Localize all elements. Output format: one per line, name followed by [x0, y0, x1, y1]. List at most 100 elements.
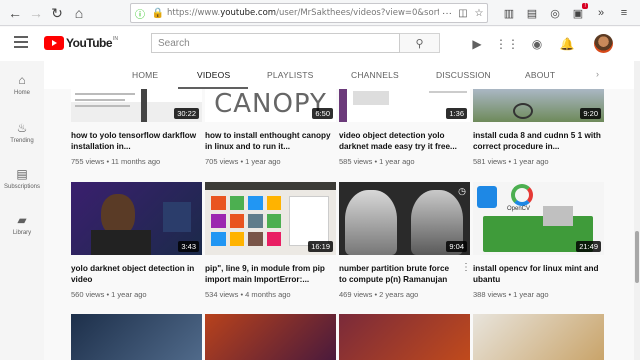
video-thumbnail[interactable]: 16:19	[205, 182, 336, 255]
mini-guide: ⌂ Home ♨ Trending ▤ Subscriptions ▰ Libr…	[0, 61, 44, 360]
channel-tabs: HOME VIDEOS PLAYLISTS CHANNELS DISCUSSIO…	[44, 61, 634, 89]
info-icon[interactable]: ⓘ	[131, 6, 149, 21]
youtube-logo[interactable]: YouTube IN	[44, 36, 118, 50]
view-count: 705 views	[205, 157, 239, 166]
account-icon[interactable]: ◎	[545, 3, 565, 23]
upload-age: 1 year ago	[245, 157, 281, 166]
overflow-icon[interactable]: »	[591, 3, 611, 23]
avatar[interactable]	[594, 34, 613, 53]
home-icon: ⌂	[18, 73, 26, 87]
opencv-icon	[511, 184, 533, 206]
guide-menu-icon[interactable]	[14, 36, 28, 50]
video-thumbnail[interactable]: 9:20	[473, 89, 604, 122]
logo-country: IN	[113, 36, 119, 42]
video-thumbnail[interactable]: 30:22	[71, 89, 202, 122]
upload-age: 4 months ago	[245, 290, 291, 299]
video-duration: 1:36	[446, 108, 467, 119]
search-icon: ⚲	[415, 37, 424, 50]
video-title[interactable]: how to yolo tensorflow darkflow installa…	[71, 130, 199, 152]
url-text[interactable]: https://www.youtube.com/user/MrSakthees/…	[167, 8, 439, 18]
folder-icon: ▰	[17, 213, 27, 227]
video-duration: 6:50	[312, 108, 333, 119]
video-title[interactable]: install cuda 8 and cudnn 5 1 with correc…	[473, 130, 601, 152]
video-meta: 534 views • 4 months ago	[205, 290, 291, 299]
subscriptions-icon: ▤	[16, 167, 28, 181]
sidebar-icon[interactable]: ▤	[522, 3, 542, 23]
view-count: 585 views	[339, 157, 373, 166]
more-icon[interactable]: ···	[439, 8, 455, 19]
video-meta: 755 views • 11 months ago	[71, 157, 161, 166]
home-icon[interactable]: ⌂	[68, 2, 90, 24]
guide-item-subscriptions[interactable]: ▤ Subscriptions	[0, 167, 44, 190]
forward-icon[interactable]: →	[25, 2, 47, 24]
bookmark-star-icon[interactable]: ☆	[471, 8, 487, 19]
apps-icon[interactable]: ⋮⋮	[495, 37, 519, 51]
tab-playlists[interactable]: PLAYLISTS	[267, 70, 314, 80]
reload-icon[interactable]: ↻	[46, 2, 68, 24]
extension-icon[interactable]: ▣!	[568, 3, 588, 23]
video-meta: 469 views • 2 years ago	[339, 290, 419, 299]
video-title[interactable]: install opencv for linux mint and ubantu	[473, 263, 601, 285]
upload-age: 1 year ago	[111, 290, 147, 299]
video-thumbnail[interactable]: 1:36	[339, 89, 470, 122]
video-thumbnail[interactable]	[473, 314, 604, 360]
video-thumbnail[interactable]: 3:43	[71, 182, 202, 255]
view-count: 560 views	[71, 290, 105, 299]
extension-badge: !	[582, 3, 588, 9]
masthead: YouTube IN Search ⚲ ▶ ⋮⋮ ◉ 🔔	[0, 27, 640, 61]
view-count: 388 views	[473, 290, 507, 299]
tab-discussion[interactable]: DISCUSSION	[436, 70, 491, 80]
video-title[interactable]: video object detection yolo darknet made…	[339, 130, 467, 152]
logo-text: YouTube	[66, 36, 113, 50]
upload-age: 2 years ago	[379, 290, 419, 299]
thumbnail-text: OpenCV	[507, 206, 531, 212]
watch-later-icon[interactable]: ◷	[458, 186, 466, 197]
video-thumbnail[interactable]	[339, 314, 470, 360]
pocket-icon[interactable]: ◫	[455, 8, 471, 19]
tab-videos[interactable]: VIDEOS	[197, 70, 230, 80]
back-icon[interactable]: ←	[4, 2, 26, 24]
guide-label: Home	[13, 90, 30, 96]
guide-item-home[interactable]: ⌂ Home	[0, 73, 44, 96]
video-thumbnail[interactable]	[205, 314, 336, 360]
flame-icon: ♨	[16, 121, 28, 135]
tab-home[interactable]: HOME	[132, 70, 158, 80]
search-button[interactable]: ⚲	[400, 33, 440, 53]
video-title[interactable]: pip", line 9, in module from pip import …	[205, 263, 333, 285]
scrollbar-thumb[interactable]	[635, 231, 639, 283]
video-duration: 21:49	[576, 241, 601, 252]
messages-icon[interactable]: ◉	[530, 37, 544, 51]
view-count: 469 views	[339, 290, 373, 299]
create-video-icon[interactable]: ▶	[470, 37, 484, 51]
video-thumbnail[interactable]: CANOPY 6:50	[205, 89, 336, 122]
guide-item-trending[interactable]: ♨ Trending	[0, 121, 44, 144]
video-thumbnail[interactable]	[71, 314, 202, 360]
video-duration: 16:19	[308, 241, 333, 252]
menu-icon[interactable]: ≡	[614, 3, 634, 23]
play-icon	[44, 36, 64, 50]
page-scrollbar[interactable]	[634, 61, 640, 360]
video-meta: 388 views • 1 year ago	[473, 290, 549, 299]
video-thumbnail[interactable]: OpenCV 21:49	[473, 182, 604, 255]
video-title[interactable]: yolo darknet object detection in video	[71, 263, 199, 285]
video-title[interactable]: how to install enthought canopy in linux…	[205, 130, 333, 152]
tab-channels[interactable]: CHANNELS	[351, 70, 399, 80]
video-thumbnail[interactable]: ◷ 9:04	[339, 182, 470, 255]
video-duration: 3:43	[178, 241, 199, 252]
guide-label: Subscriptions	[3, 184, 41, 190]
library-icon[interactable]: ▥	[499, 3, 519, 23]
browser-toolbar: ← → ↻ ⌂ ⓘ 🔒 https://www.youtube.com/user…	[0, 0, 640, 26]
video-title[interactable]: number partition brute force to compute …	[339, 263, 457, 285]
more-vert-icon[interactable]: ⋮	[461, 262, 471, 273]
address-bar[interactable]: ⓘ 🔒 https://www.youtube.com/user/MrSakth…	[130, 3, 488, 23]
lock-icon[interactable]: 🔒	[149, 8, 167, 19]
recycle-icon	[477, 186, 497, 208]
upload-age: 11 months ago	[111, 157, 161, 166]
notifications-icon[interactable]: 🔔	[560, 37, 575, 51]
video-duration: 30:22	[174, 108, 199, 119]
search-input[interactable]: Search	[151, 33, 400, 53]
tab-about[interactable]: ABOUT	[525, 70, 555, 80]
chevron-right-icon[interactable]: ›	[596, 69, 599, 79]
title-prefix: video	[339, 131, 363, 140]
guide-item-library[interactable]: ▰ Library	[0, 213, 44, 236]
